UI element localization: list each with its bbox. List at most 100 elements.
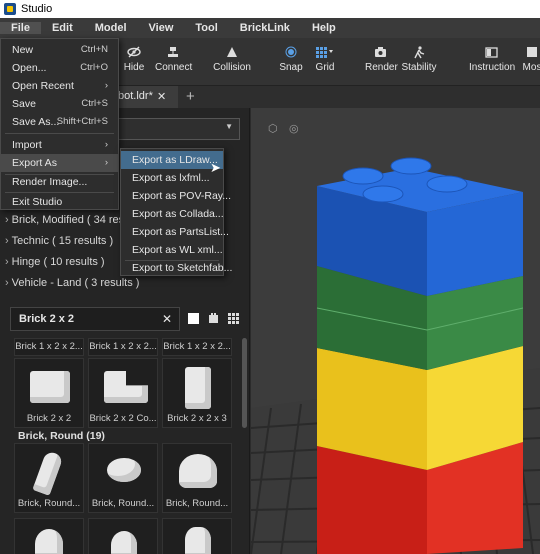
menu-item-label: Open...: [12, 62, 47, 74]
menu-item-label: Export as PartsList...: [132, 226, 229, 238]
shortcut-label: Shift+Ctrl+S: [56, 116, 108, 127]
menu-item-import[interactable]: Import ›: [1, 136, 118, 154]
stability-button[interactable]: Stability: [401, 46, 437, 73]
stability-label: Stability: [401, 62, 437, 73]
part-label: Brick 1 x 2 x 2...: [163, 341, 231, 352]
part-tile-brick-round[interactable]: Brick, Round...: [88, 443, 158, 513]
instruction-button[interactable]: Instruction: [469, 46, 516, 73]
part-tile[interactable]: [88, 518, 158, 554]
menu-help[interactable]: Help: [301, 22, 347, 34]
mosaic-label: Mos: [522, 62, 540, 73]
menu-model[interactable]: Model: [84, 22, 138, 34]
part-label: Brick 1 x 2 x 2...: [89, 341, 157, 352]
tab-close-icon[interactable]: ✕: [157, 90, 166, 103]
part-tile-brick-2x2-corner[interactable]: Brick 2 x 2 Co...: [88, 358, 158, 428]
build-viewport[interactable]: ⬡ ◎: [251, 108, 540, 554]
connect-button[interactable]: Connect: [155, 46, 192, 73]
clear-search-icon[interactable]: ✕: [162, 312, 172, 326]
submenu-arrow-icon: ›: [104, 139, 108, 150]
snap-icon: [279, 46, 303, 62]
menu-item-export-povray[interactable]: Export as POV-Ray...: [121, 187, 231, 205]
category-vehicle-land[interactable]: › Vehicle - Land ( 3 results ): [5, 277, 139, 289]
warning-triangle-icon: [213, 46, 251, 62]
menu-file[interactable]: File: [0, 22, 41, 34]
menu-item-export-as[interactable]: Export As ›: [1, 154, 118, 172]
mouse-cursor-icon: ➤: [210, 160, 221, 175]
window-title: Studio: [21, 3, 53, 15]
chevron-right-icon: ›: [5, 277, 9, 289]
part-tile[interactable]: Brick 1 x 2 x 2...: [14, 338, 84, 356]
part-search-input[interactable]: Brick 2 x 2 ✕: [10, 307, 180, 331]
menu-item-export-ldraw[interactable]: Export as LDraw...: [121, 151, 223, 169]
menu-item-export-collada[interactable]: Export as Collada...: [121, 205, 224, 223]
grid-icon: [314, 46, 336, 62]
small-grid-view-icon[interactable]: [228, 313, 239, 327]
palette-dropdown[interactable]: ▼: [118, 118, 240, 140]
part-label: Brick 2 x 2 x 3: [167, 413, 227, 424]
add-tab-icon[interactable]: +: [186, 88, 195, 105]
menu-item-open[interactable]: Open... Ctrl+O: [1, 59, 118, 77]
part-tile-brick-2x2[interactable]: Brick 2 x 2: [14, 358, 84, 428]
menu-bar: File Edit Model View Tool BrickLink Help: [0, 18, 540, 38]
brick-thumbnail: [111, 531, 137, 554]
collision-button[interactable]: Collision: [213, 46, 251, 73]
menu-item-save[interactable]: Save Ctrl+S: [1, 95, 118, 113]
chevron-right-icon: ›: [5, 235, 9, 247]
category-label: Vehicle - Land ( 3 results ): [11, 277, 140, 289]
title-bar: Studio: [0, 0, 540, 18]
hide-button[interactable]: Hide: [123, 46, 145, 73]
parts-scrollbar[interactable]: [242, 338, 247, 428]
studio-logo-icon: [4, 3, 16, 15]
brick-thumbnail: [107, 458, 141, 482]
group-title-brick-round: Brick, Round (19): [18, 430, 105, 442]
part-tile-brick-2x2x3[interactable]: Brick 2 x 2 x 3: [162, 358, 232, 428]
part-tile[interactable]: Brick 1 x 2 x 2...: [88, 338, 158, 356]
menu-item-label: Export as Collada...: [132, 208, 224, 220]
instruction-label: Instruction: [469, 62, 516, 73]
part-tile[interactable]: [162, 518, 232, 554]
menu-tool[interactable]: Tool: [184, 22, 228, 34]
search-value: Brick 2 x 2: [19, 313, 75, 325]
menu-item-label: Export to Sketchfab...: [132, 262, 233, 274]
menu-item-label: Save As...: [12, 116, 60, 128]
menu-item-export-lxfml[interactable]: Export as lxfml...: [121, 169, 223, 187]
menu-item-label: New: [12, 44, 34, 56]
category-hinge[interactable]: › Hinge ( 10 results ): [5, 256, 105, 268]
part-tile-brick-round[interactable]: Brick, Round...: [14, 443, 84, 513]
menu-view[interactable]: View: [138, 22, 185, 34]
brick-thumbnail: [32, 450, 64, 496]
camera-icon: [365, 46, 395, 62]
brick-thumbnail: [35, 529, 63, 554]
file-menu: New Ctrl+N Open... Ctrl+O Open Recent › Sav…: [0, 38, 119, 210]
grid-button[interactable]: Grid: [314, 46, 336, 73]
menu-item-save-as[interactable]: Save As... Shift+Ctrl+S: [1, 113, 118, 131]
hide-label: Hide: [123, 62, 145, 73]
menu-item-export-wlxml[interactable]: Export as WL xml...: [121, 241, 223, 259]
grid-label: Grid: [315, 62, 335, 73]
part-tile-brick-round[interactable]: Brick, Round...: [162, 443, 232, 513]
large-tile-view-icon[interactable]: [188, 313, 199, 324]
menu-item-new[interactable]: New Ctrl+N: [1, 41, 118, 59]
menu-item-render-image[interactable]: Render Image...: [1, 173, 118, 191]
menu-item-export-partslist[interactable]: Export as PartsList...: [121, 223, 229, 241]
menu-item-label: Render Image...: [12, 176, 88, 188]
medium-tile-view-icon[interactable]: [208, 313, 219, 327]
stability-figure-icon: [401, 46, 437, 62]
chevron-right-icon: ›: [5, 256, 9, 268]
snap-button[interactable]: Snap: [279, 46, 303, 73]
mosaic-button[interactable]: Mos: [522, 46, 540, 73]
menu-edit[interactable]: Edit: [41, 22, 84, 34]
brick-thumbnail: [179, 454, 217, 488]
menu-item-label: Import: [12, 139, 42, 151]
render-button[interactable]: Render: [365, 46, 398, 73]
menu-item-export-sketchfab[interactable]: Export to Sketchfab...: [121, 259, 232, 277]
menu-separator: [5, 133, 114, 134]
category-technic[interactable]: › Technic ( 15 results ): [5, 235, 113, 247]
menu-bricklink[interactable]: BrickLink: [229, 22, 301, 34]
menu-item-label: Open Recent: [12, 80, 74, 92]
collision-label: Collision: [213, 62, 251, 73]
menu-item-exit[interactable]: Exit Studio: [1, 193, 118, 211]
part-tile[interactable]: [14, 518, 84, 554]
part-tile[interactable]: Brick 1 x 2 x 2...: [162, 338, 232, 356]
menu-item-open-recent[interactable]: Open Recent ›: [1, 77, 118, 95]
